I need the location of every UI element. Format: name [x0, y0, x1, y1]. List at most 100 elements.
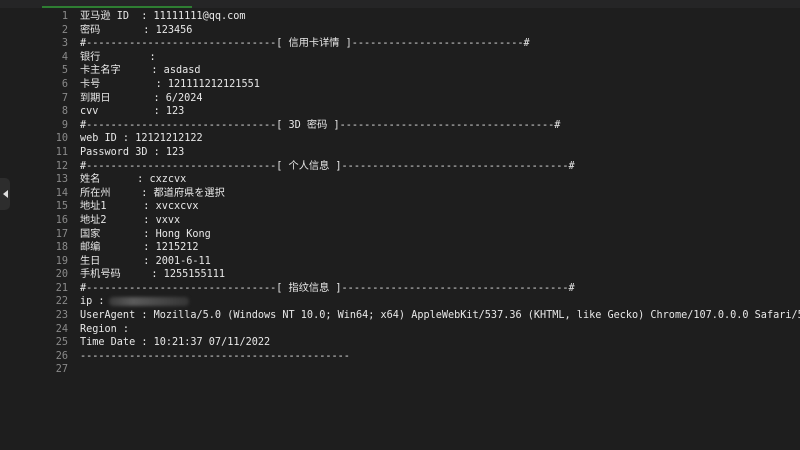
line-content: ip :: [80, 296, 105, 308]
line-content: cvv : 123: [80, 106, 185, 118]
code-line[interactable]: 14 所在州 : 都道府県を選択: [38, 187, 800, 201]
code-line[interactable]: 5 卡主名字 : asdasd: [38, 64, 800, 78]
line-number: 16: [55, 214, 68, 226]
line-text: Time Date : 10:21:37 07/11/2022: [80, 336, 270, 350]
line-content: ----------------------------------------…: [80, 350, 350, 362]
code-line[interactable]: 8 cvv : 123: [38, 105, 800, 119]
line-number: 5: [61, 65, 68, 77]
line-text: 地址1 : xvcxcvx: [80, 200, 199, 214]
line-number: 4: [61, 51, 68, 63]
collapse-sidebar-button[interactable]: [0, 178, 10, 210]
tab-strip: [0, 0, 800, 8]
code-line[interactable]: 19 生日 : 2001-6-11: [38, 255, 800, 269]
line-number: 3: [61, 38, 68, 50]
code-line[interactable]: 6 卡号 : 121111212121551: [38, 78, 800, 92]
code-line[interactable]: 24 Region :: [38, 323, 800, 337]
line-text: 密码 : 123456: [80, 24, 192, 38]
line-number: 21: [55, 282, 68, 294]
line-text: #-------------------------------[ 3D 密码 …: [80, 119, 560, 133]
code-line[interactable]: 7 到期日 : 6/2024: [38, 92, 800, 106]
line-text: UserAgent : Mozilla/5.0 (Windows NT 10.0…: [80, 309, 800, 323]
line-content: #-------------------------------[ 个人信息 ]…: [80, 160, 575, 172]
line-text: #-------------------------------[ 指纹信息 ]…: [80, 282, 575, 296]
line-content: 手机号码 : 1255155111: [80, 269, 226, 281]
line-number: 6: [61, 78, 68, 90]
line-content: Password 3D : 123: [80, 146, 185, 158]
line-text: 卡号 : 121111212121551: [80, 78, 260, 92]
code-line[interactable]: 17 国家 : Hong Kong: [38, 228, 800, 242]
line-text: 银行 :: [80, 51, 156, 65]
code-line[interactable]: 3 #-------------------------------[ 信用卡详情…: [38, 37, 800, 51]
code-line[interactable]: 27: [38, 363, 800, 377]
line-number: 26: [55, 350, 68, 362]
line-number: 8: [61, 106, 68, 118]
code-line[interactable]: 1 亚马逊 ID : 11111111@qq.com: [38, 10, 800, 24]
redacted-value: [108, 296, 189, 306]
line-content: UserAgent : Mozilla/5.0 (Windows NT 10.0…: [80, 310, 800, 322]
line-text: 手机号码 : 1255155111: [80, 268, 225, 282]
line-number: 12: [55, 160, 68, 172]
chevron-left-icon: [2, 190, 8, 198]
code-line[interactable]: 15 地址1 : xvcxcvx: [38, 200, 800, 214]
code-line[interactable]: 9 #-------------------------------[ 3D 密码…: [38, 119, 800, 133]
line-content: 所在州 : 都道府県を選択: [80, 187, 225, 199]
line-text: 所在州 : 都道府県を選択: [80, 187, 225, 201]
line-content: 邮编 : 1215212: [80, 242, 199, 254]
code-line[interactable]: 26 --------------------------------------…: [38, 350, 800, 364]
code-line[interactable]: 22 ip :: [38, 295, 800, 309]
code-line[interactable]: 4 银行 :: [38, 51, 800, 65]
code-line[interactable]: 20 手机号码 : 1255155111: [38, 268, 800, 282]
line-content: 地址2 : vxvx: [80, 214, 181, 226]
line-number: 7: [61, 92, 68, 104]
line-content: 亚马逊 ID : 11111111@qq.com: [80, 11, 246, 22]
line-content: 卡主名字 : asdasd: [80, 65, 201, 77]
line-text: 亚马逊 ID : 11111111@qq.com: [80, 10, 246, 24]
line-text: 生日 : 2001-6-11: [80, 255, 211, 269]
line-number: 27: [55, 364, 68, 376]
line-number: 10: [55, 133, 68, 145]
line-number: 15: [55, 201, 68, 213]
line-number: 25: [55, 337, 68, 349]
line-number: 18: [55, 242, 68, 254]
line-number: 17: [55, 228, 68, 240]
line-text: 到期日 : 6/2024: [80, 92, 203, 106]
line-number: 24: [55, 323, 68, 335]
line-text: 姓名 : cxzcvx: [80, 173, 186, 187]
code-line[interactable]: 13 姓名 : cxzcvx: [38, 173, 800, 187]
line-content: #-------------------------------[ 3D 密码 …: [80, 119, 561, 131]
line-number: 1: [61, 11, 68, 22]
line-content: Region :: [80, 323, 130, 335]
line-number: 22: [55, 296, 68, 308]
line-text: #-------------------------------[ 个人信息 ]…: [80, 160, 575, 174]
line-content: 国家 : Hong Kong: [80, 228, 211, 240]
code-line[interactable]: 16 地址2 : vxvx: [38, 214, 800, 228]
line-content: 姓名 : cxzcvx: [80, 174, 187, 186]
line-content: 地址1 : xvcxcvx: [80, 201, 199, 213]
line-number: 11: [55, 146, 68, 158]
code-line[interactable]: 2 密码 : 123456: [38, 24, 800, 38]
line-text: cvv : 123: [80, 105, 184, 119]
code-area[interactable]: 1 亚马逊 ID : 11111111@qq.com 2 密码 : 123456 3 #-…: [38, 8, 800, 450]
line-text: 国家 : Hong Kong: [80, 228, 211, 242]
code-line[interactable]: 11 Password 3D : 123: [38, 146, 800, 160]
line-text: 邮编 : 1215212: [80, 241, 199, 255]
code-line[interactable]: 18 邮编 : 1215212: [38, 241, 800, 255]
code-line[interactable]: 21 #-------------------------------[ 指纹信息…: [38, 282, 800, 296]
code-line[interactable]: 23 UserAgent : Mozilla/5.0 (Windows NT 10…: [38, 309, 800, 323]
code-line[interactable]: 12 #-------------------------------[ 个人信息…: [38, 160, 800, 174]
line-content: 密码 : 123456: [80, 24, 193, 36]
line-content: Time Date : 10:21:37 07/11/2022: [80, 337, 271, 349]
line-content: #-------------------------------[ 指纹信息 ]…: [80, 282, 575, 294]
line-text: 地址2 : vxvx: [80, 214, 180, 228]
code-lines: 1 亚马逊 ID : 11111111@qq.com 2 密码 : 123456 3 #-…: [38, 8, 800, 377]
line-text: ----------------------------------------…: [80, 350, 350, 364]
line-content: 卡号 : 121111212121551: [80, 78, 260, 90]
code-line[interactable]: 10 web ID : 12121212122: [38, 132, 800, 146]
line-content: web ID : 12121212122: [80, 133, 203, 145]
line-text: Region :: [80, 323, 129, 337]
code-line[interactable]: 25 Time Date : 10:21:37 07/11/2022: [38, 336, 800, 350]
line-content: 生日 : 2001-6-11: [80, 255, 211, 267]
line-number: 19: [55, 255, 68, 267]
line-text: Password 3D : 123: [80, 146, 184, 160]
line-number: 13: [55, 174, 68, 186]
